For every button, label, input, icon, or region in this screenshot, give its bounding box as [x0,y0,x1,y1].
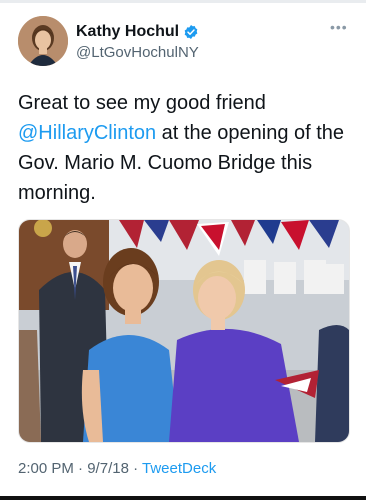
tweet-text-before: Great to see my good friend [18,92,266,114]
bottom-bar [0,496,366,500]
tweet-card: Kathy Hochul @LtGovHochulNY ••• Great to… [0,0,366,500]
tweet-photo[interactable] [18,219,350,443]
name-row: Kathy Hochul [76,22,199,42]
tweet-meta: 2:00 PM · 9/7/18 · TweetDeck [18,460,216,477]
verified-badge-icon [183,24,199,40]
tweet-time[interactable]: 2:00 PM [18,460,74,477]
tweet-source-link[interactable]: TweetDeck [142,460,216,477]
display-name[interactable]: Kathy Hochul [76,23,179,41]
tweet-text: Great to see my good friend @HillaryClin… [18,88,352,208]
top-divider [0,0,366,3]
author-names: Kathy Hochul @LtGovHochulNY [76,22,199,61]
tweet-date[interactable]: 9/7/18 [87,460,129,477]
tweet-header: Kathy Hochul @LtGovHochulNY ••• [18,16,354,68]
user-handle[interactable]: @LtGovHochulNY [76,44,199,61]
mention-link[interactable]: @HillaryClinton [18,122,156,144]
meta-separator: · [128,460,142,477]
profile-avatar[interactable] [18,16,68,66]
more-options-icon[interactable]: ••• [330,20,348,34]
meta-separator: · [73,460,88,477]
